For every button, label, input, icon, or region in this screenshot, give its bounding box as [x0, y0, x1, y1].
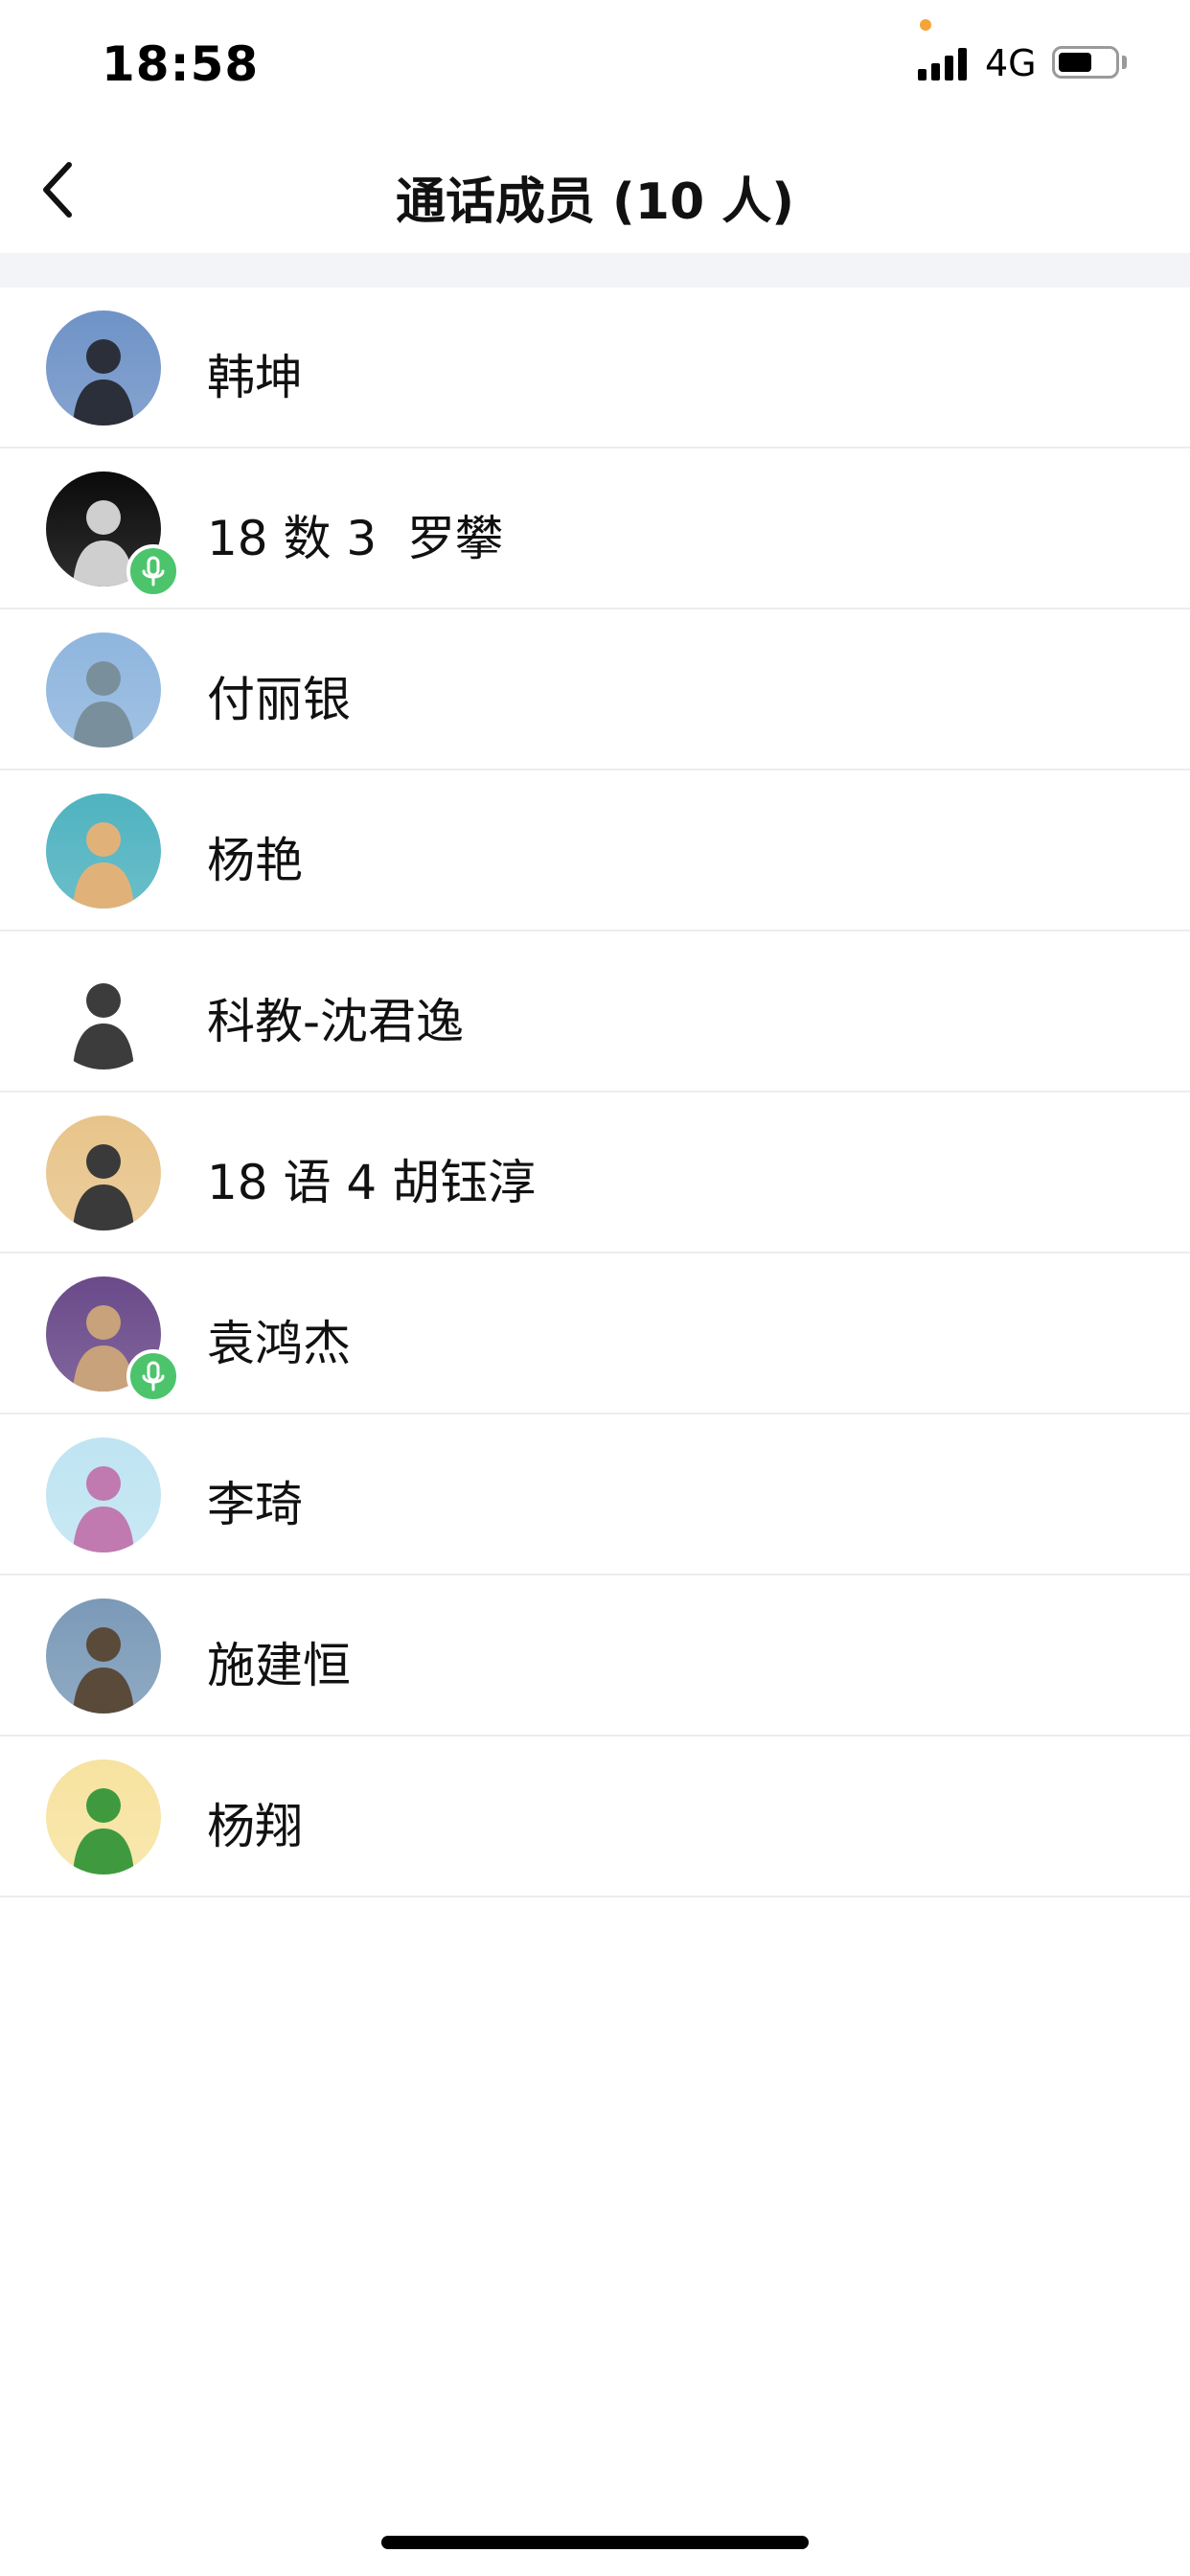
member-row[interactable]: 杨艳 — [0, 770, 1190, 932]
avatar[interactable] — [46, 310, 161, 426]
member-row[interactable]: 李琦 — [0, 1414, 1190, 1576]
member-name: 付丽银 — [207, 672, 351, 727]
member-row[interactable]: 付丽银 — [0, 610, 1190, 770]
member-name: 杨翔 — [207, 1799, 303, 1854]
member-row[interactable]: 袁鸿杰 — [0, 1254, 1190, 1414]
signal-icon — [918, 46, 970, 80]
privacy-indicator-dot — [920, 19, 931, 31]
avatar[interactable] — [46, 1438, 161, 1552]
network-type-label: 4G — [985, 42, 1037, 84]
member-row[interactable]: 18 数 3 罗攀 — [0, 448, 1190, 610]
avatar[interactable] — [46, 794, 161, 908]
call-members-screen: 18:58 4G 通话成员 (10 人) 韩坤 18 数 3 罗攀 付丽银杨艳科教-… — [0, 0, 1190, 2576]
navigation-bar: 通话成员 (10 人) — [0, 126, 1190, 253]
avatar[interactable] — [46, 1598, 161, 1714]
member-name: 18 语 4 胡钰淳 — [207, 1155, 537, 1210]
member-name: 18 数 3 罗攀 — [207, 511, 504, 566]
avatar[interactable] — [46, 632, 161, 748]
battery-cap — [1122, 56, 1127, 69]
member-name: 施建恒 — [207, 1638, 351, 1693]
home-indicator[interactable] — [381, 2536, 809, 2549]
member-list: 韩坤 18 数 3 罗攀 付丽银杨艳科教-沈君逸 18 语 4 胡钰淳 袁鸿杰李琦施建恒… — [0, 288, 1190, 1898]
page-title: 通话成员 (10 人) — [395, 173, 795, 231]
microphone-icon — [126, 1349, 180, 1403]
battery-icon — [1052, 46, 1119, 79]
member-row[interactable]: 杨翔 — [0, 1736, 1190, 1898]
status-bar: 18:58 4G — [0, 0, 1190, 126]
section-divider — [0, 253, 1190, 288]
avatar[interactable] — [46, 1760, 161, 1874]
microphone-icon — [126, 544, 180, 598]
avatar[interactable] — [46, 1116, 161, 1230]
member-row[interactable]: 韩坤 — [0, 288, 1190, 448]
member-name: 袁鸿杰 — [207, 1316, 351, 1371]
battery-level-fill — [1059, 53, 1091, 72]
member-name: 李琦 — [207, 1477, 303, 1532]
member-name: 韩坤 — [207, 350, 303, 405]
status-time: 18:58 — [102, 36, 260, 92]
member-row[interactable]: 18 语 4 胡钰淳 — [0, 1092, 1190, 1254]
avatar[interactable] — [46, 954, 161, 1070]
member-row[interactable]: 科教-沈君逸 — [0, 932, 1190, 1092]
member-name: 科教-沈君逸 — [207, 994, 465, 1049]
member-name: 杨艳 — [207, 833, 303, 888]
member-row[interactable]: 施建恒 — [0, 1576, 1190, 1736]
